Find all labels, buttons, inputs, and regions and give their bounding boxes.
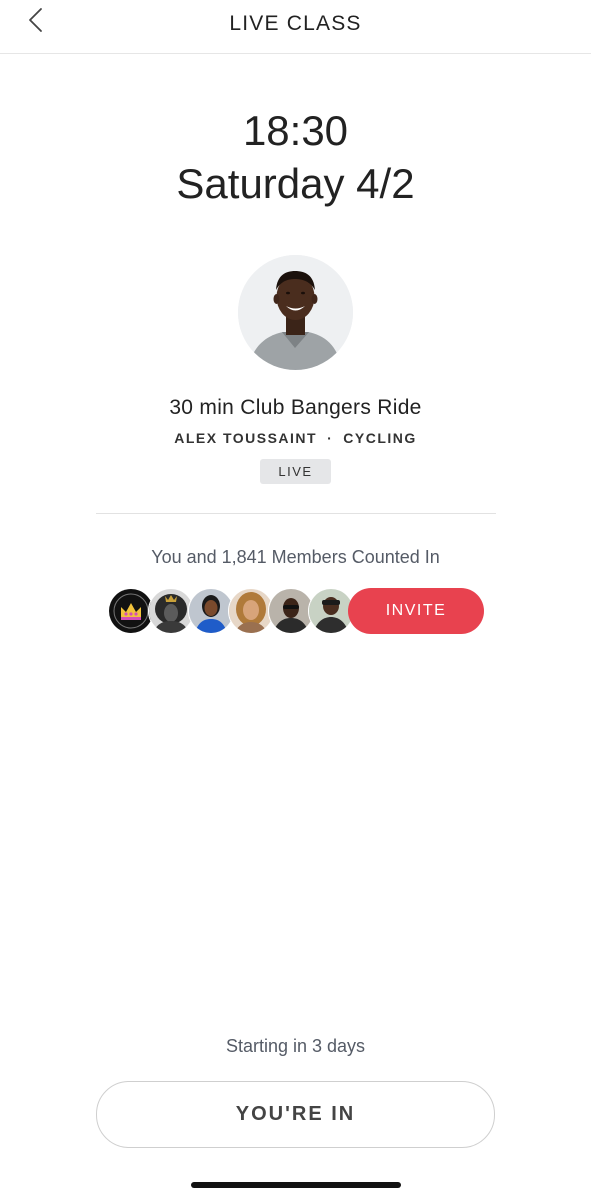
page-title: LIVE CLASS [229, 12, 362, 35]
live-badge: LIVE [260, 459, 331, 484]
member-photo [269, 589, 313, 633]
class-time: 18:30 [242, 107, 349, 154]
meta-separator: · [327, 430, 334, 446]
divider [96, 513, 496, 514]
discipline-label: CYCLING [343, 430, 417, 446]
header-bar: LIVE CLASS [0, 0, 591, 54]
class-title: 30 min Club Bangers Ride [169, 396, 422, 419]
instructor-photo [238, 255, 353, 370]
members-counted-in-text[interactable]: You and 1,841 Members Counted In [0, 547, 591, 568]
instructor-name[interactable]: ALEX TOUSSAINT [174, 430, 317, 446]
instructor-avatar[interactable] [238, 255, 353, 370]
class-meta: ALEX TOUSSAINT · CYCLING [0, 430, 591, 446]
starting-countdown: Starting in 3 days [225, 1036, 366, 1056]
member-photo [229, 589, 273, 633]
member-photo [189, 589, 233, 633]
home-indicator[interactable] [191, 1182, 401, 1188]
class-date: Saturday 4/2 [176, 160, 415, 207]
member-photo [309, 589, 353, 633]
member-avatars-row: INVITE [108, 588, 488, 634]
live-class-screen: LIVE CLASS 18:30 Saturday 4/2 30 min Clu… [0, 0, 591, 1200]
crown-logo-avatar-image [109, 589, 153, 633]
youre-in-button[interactable]: YOU'RE IN [96, 1081, 495, 1148]
invite-button[interactable]: INVITE [348, 588, 484, 634]
member-photo [149, 589, 193, 633]
